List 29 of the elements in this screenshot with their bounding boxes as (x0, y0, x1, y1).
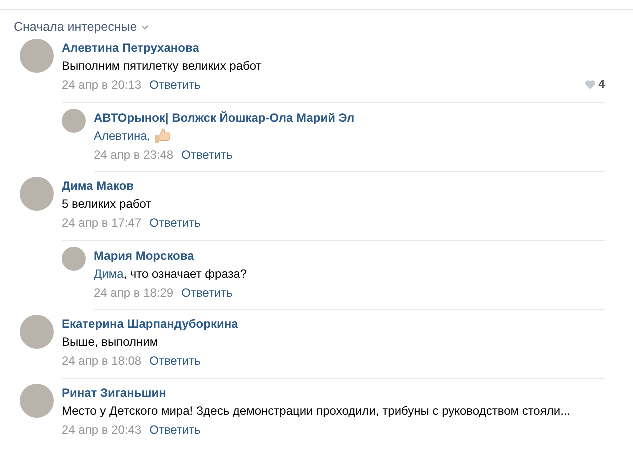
heart-icon[interactable] (584, 80, 596, 90)
mention-link[interactable]: Дима (94, 265, 124, 283)
reply-link[interactable]: Ответить (182, 146, 233, 164)
author-name[interactable]: Ринат Зиганьшин (62, 384, 605, 402)
comment-text: Место у Детского мира! Здесь демонстрации проходили, трибуны с руководством стояли... (62, 403, 571, 420)
avatar-photo-placeholder[interactable] (20, 315, 54, 349)
avatar-photo-placeholder[interactable] (62, 247, 86, 271)
avatar-photo-placeholder[interactable] (20, 384, 54, 418)
comment-text: Выше, выполним (62, 334, 158, 351)
reply-link[interactable]: Ответить (150, 76, 201, 94)
chevron-down-icon (141, 24, 150, 30)
like-button[interactable]: 4 (584, 76, 605, 94)
sort-dropdown[interactable]: Сначала интересные (14, 20, 150, 34)
avatar-photo-placeholder[interactable] (20, 39, 54, 73)
reply-link[interactable]: Ответить (150, 421, 201, 439)
comment-text: , что означает фраза? (124, 266, 248, 283)
comment-text: 5 великих работ (62, 196, 152, 213)
mention-link[interactable]: Алевтина, (94, 127, 151, 145)
author-name[interactable]: Екатерина Шарпандуборкина (62, 315, 605, 333)
author-name[interactable]: Мария Морскова (94, 247, 605, 265)
avatar-photo-placeholder[interactable] (62, 109, 86, 133)
author-name[interactable]: Дима Маков (62, 177, 605, 195)
avatar-photo-placeholder[interactable] (20, 177, 54, 211)
author-name[interactable]: АВТОрынок| Волжск Йошкар-Ола Марий Эл (94, 109, 605, 127)
reply-link[interactable]: Ответить (150, 352, 201, 370)
reply-link[interactable]: Ответить (150, 214, 201, 232)
comment-text: Выполним пятилетку великих работ (62, 58, 262, 75)
author-name[interactable]: Алевтина Петруханова (62, 39, 605, 57)
reply-link[interactable]: Ответить (182, 284, 233, 302)
